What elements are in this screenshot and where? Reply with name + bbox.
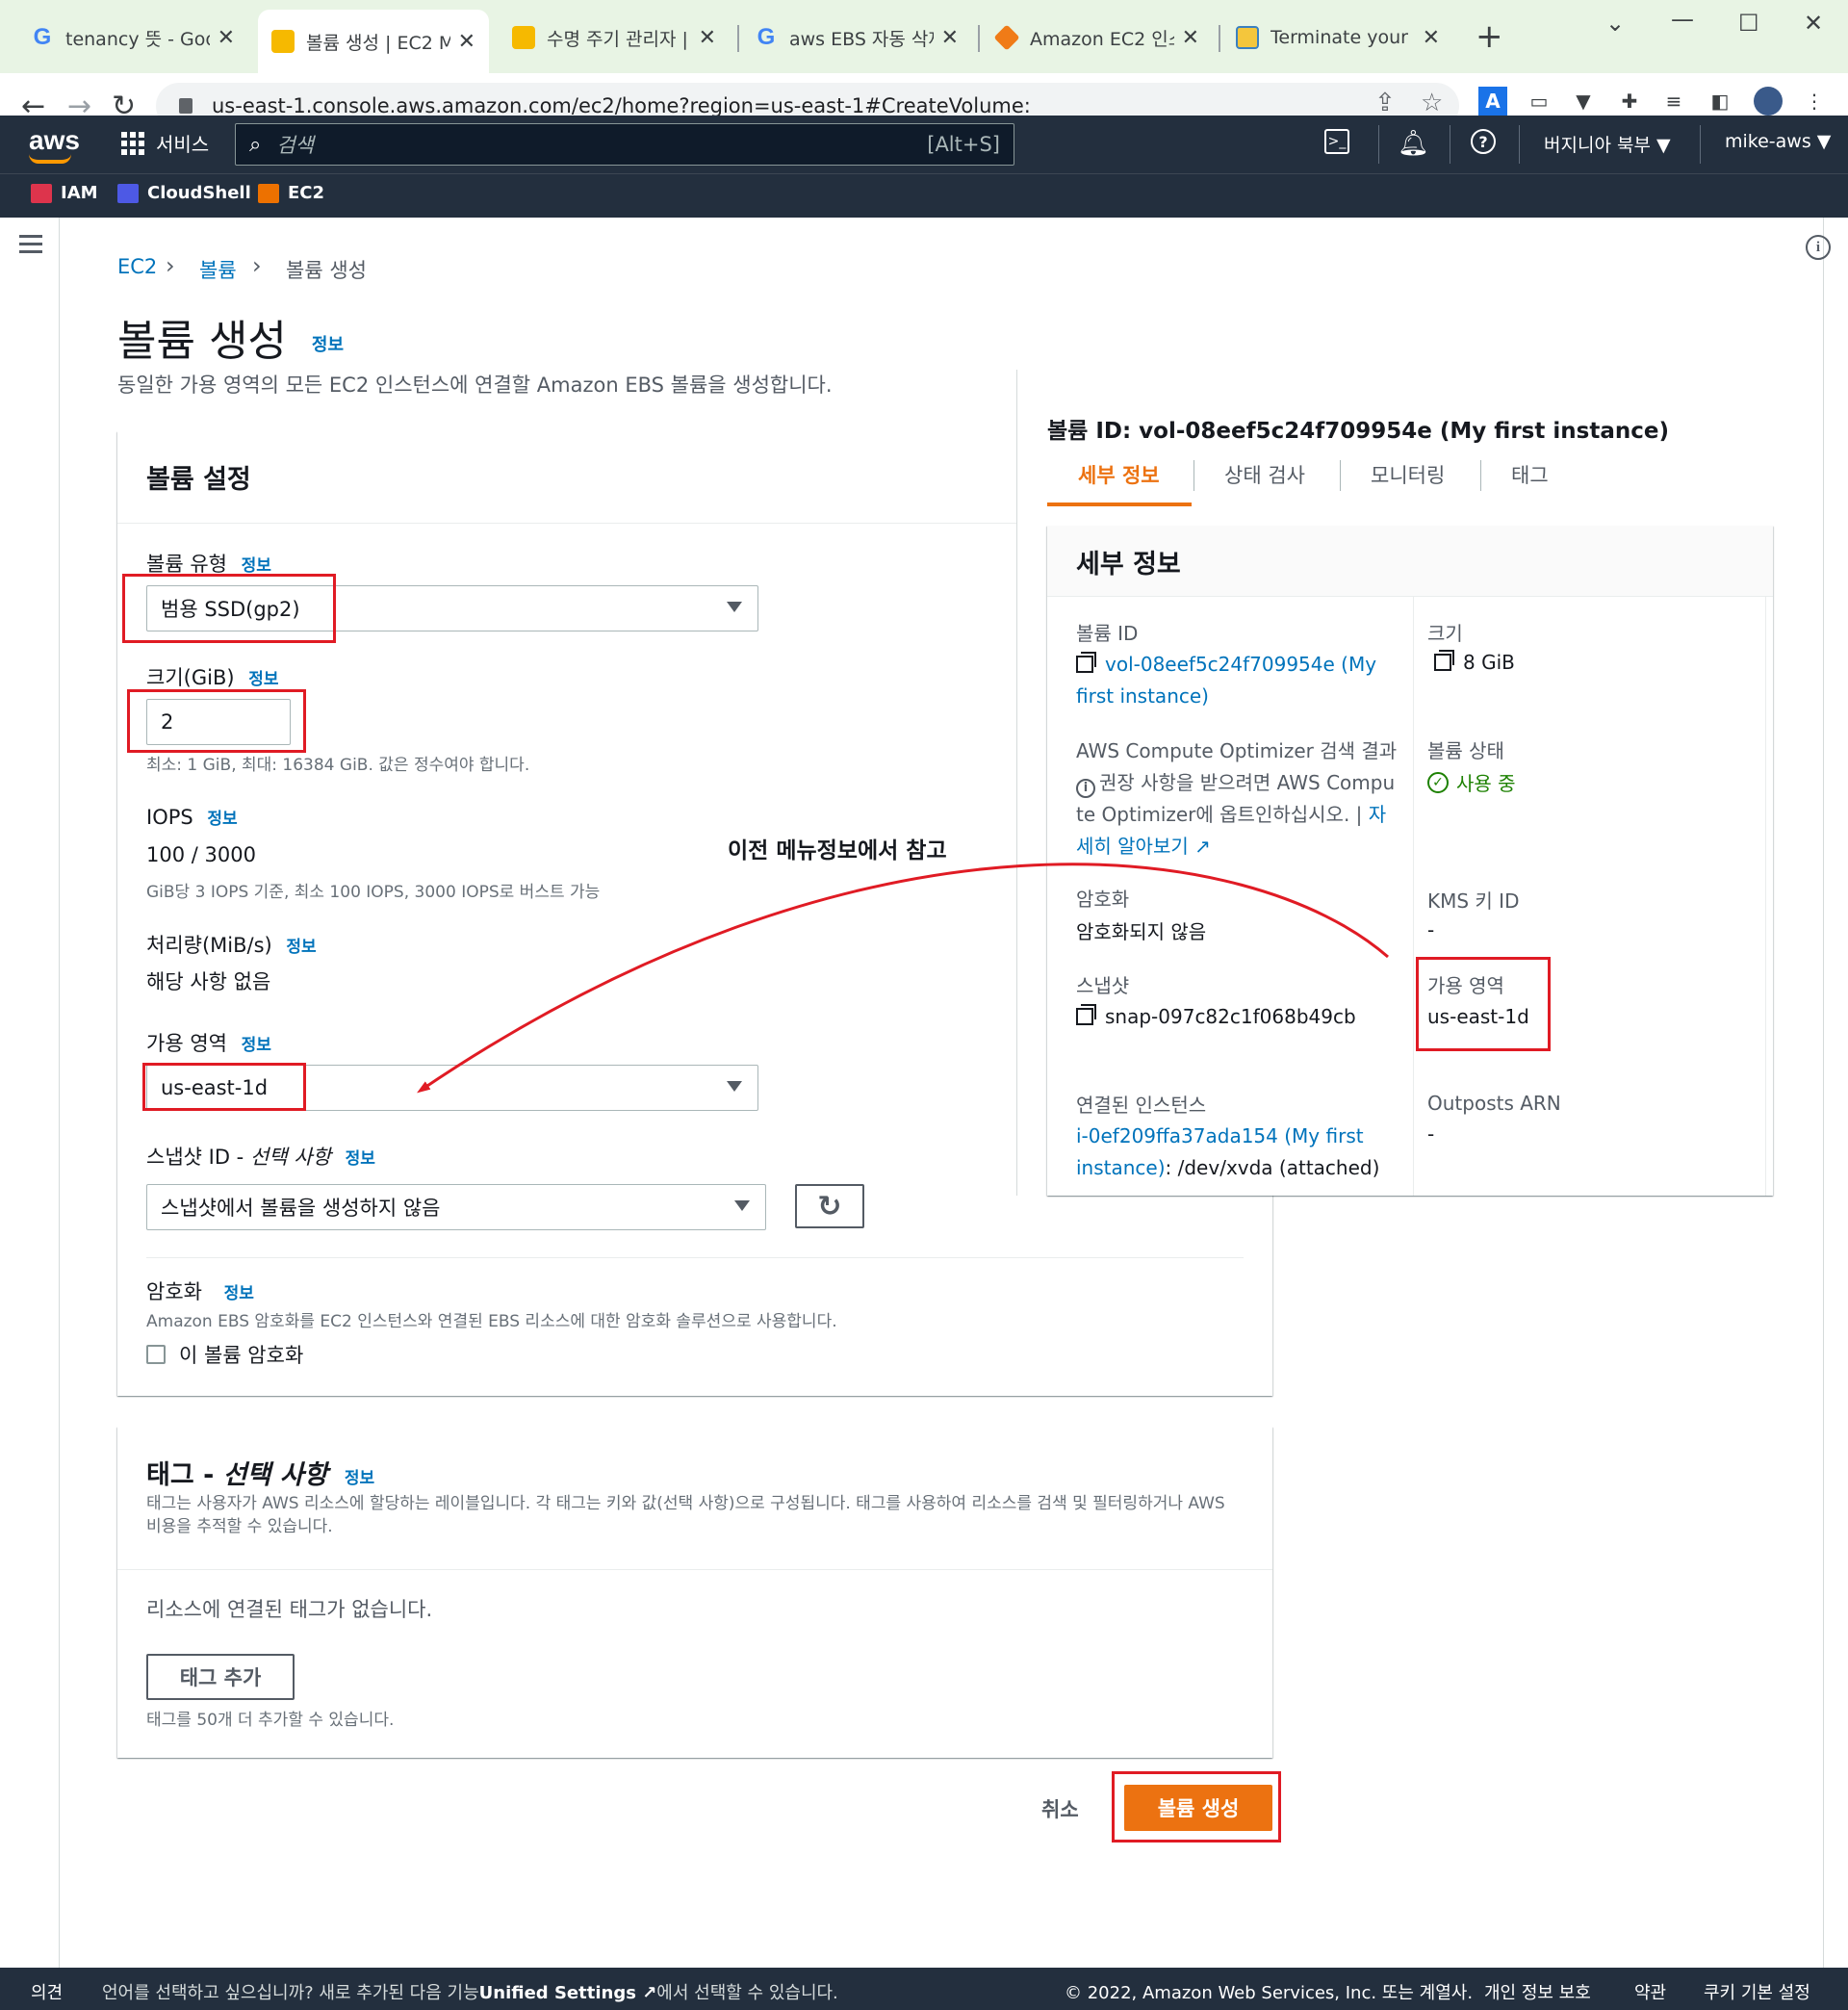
annotation-arrow: [417, 863, 1389, 1094]
cookie-preferences-link[interactable]: 쿠키 기본 설정: [1704, 1979, 1810, 2004]
external-link-icon: ↗: [642, 1983, 657, 2003]
unified-settings-link[interactable]: Unified Settings ↗: [479, 1983, 657, 2003]
feedback-link[interactable]: 의견: [31, 1979, 63, 2004]
copyright: © 2022, Amazon Web Services, Inc. 또는 계열사…: [1065, 1983, 1474, 2003]
language-notice: 언어를 선택하고 싶으십니까? 새로 추가된 다음 기능Unified Sett…: [102, 1983, 838, 2003]
privacy-link[interactable]: 개인 정보 보호: [1484, 1979, 1591, 2004]
console-footer: 의견 언어를 선택하고 싶으십니까? 새로 추가된 다음 기능Unified S…: [0, 1968, 1848, 2010]
terms-link[interactable]: 약관: [1634, 1979, 1666, 2004]
